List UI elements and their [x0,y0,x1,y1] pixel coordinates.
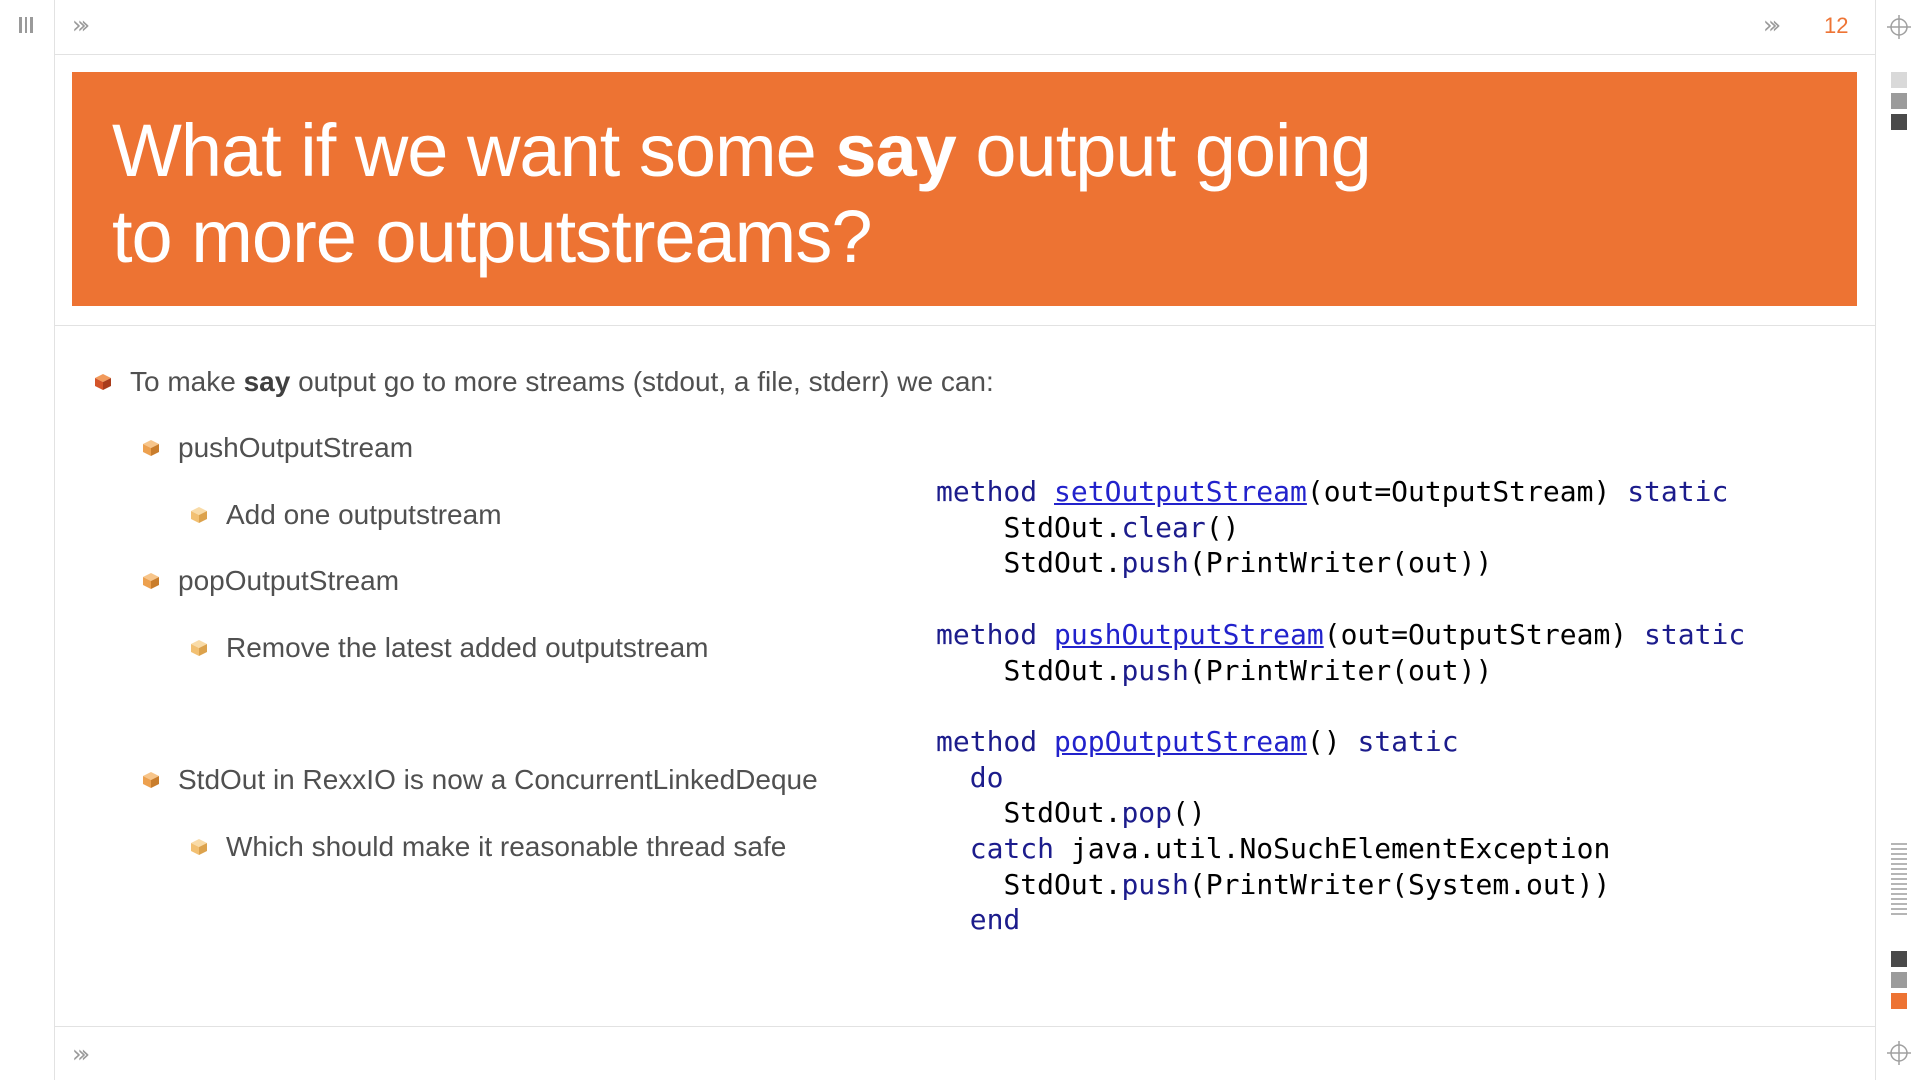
bullet-push: pushOutputStream [178,432,414,463]
cube-bullet-icon [191,839,207,855]
swatch-mid[interactable] [1891,93,1907,109]
swatch-dark[interactable] [1891,114,1907,130]
code-keyword: method [936,475,1038,508]
code-method-link[interactable]: popOutputStream [1054,725,1307,758]
divider [55,325,1875,326]
bullet-pop: popOutputStream [178,565,400,596]
swatch-accent[interactable] [1891,993,1907,1009]
crosshair-icon[interactable] [1886,1040,1912,1066]
top-toolbar: »› »› 12 [55,0,1875,55]
outline-lines-icon[interactable] [1891,843,1907,918]
slide-title: What if we want some say output going to… [112,109,1372,278]
bullet-push-sub: Add one outputstream [226,499,502,530]
chevron-right-icon[interactable]: »› [1763,11,1781,39]
cube-bullet-icon [191,640,207,656]
cube-bullet-icon [191,507,207,523]
title-band: What if we want some say output going to… [72,72,1857,306]
crosshair-icon[interactable] [1886,14,1912,40]
code-keyword: method [936,724,1038,758]
cube-bullet-icon [143,772,159,788]
sidebar-toggle-icon[interactable] [19,17,34,33]
bottom-toolbar: »› [55,1026,1875,1081]
cube-bullet-icon [143,440,159,456]
bullet-stdout-sub: Which should make it reasonable thread s… [226,831,787,862]
bullet-pop-sub: Remove the latest added outputstream [226,632,709,663]
page-number: 12 [1824,13,1849,38]
left-sidebar [0,0,55,1080]
cube-bullet-icon [95,374,111,390]
chevron-right-icon[interactable]: »› [72,1040,90,1068]
code-keyword: method [936,617,1038,651]
swatch-light[interactable] [1891,72,1907,88]
bullet-stdout: StdOut in RexxIO is now a ConcurrentLink… [178,764,818,795]
code-block: method setOutputStream(out=OutputStream)… [936,475,1746,937]
swatch-mid[interactable] [1891,972,1907,988]
bullet-main: To make say output go to more streams (s… [130,366,994,397]
chevron-right-icon[interactable]: »› [72,11,90,39]
cube-bullet-icon [143,573,159,589]
swatch-dark[interactable] [1891,951,1907,967]
right-sidebar [1875,0,1920,1080]
code-method-link[interactable]: setOutputStream [1054,475,1307,508]
code-method-link[interactable]: pushOutputStream [1054,618,1324,651]
